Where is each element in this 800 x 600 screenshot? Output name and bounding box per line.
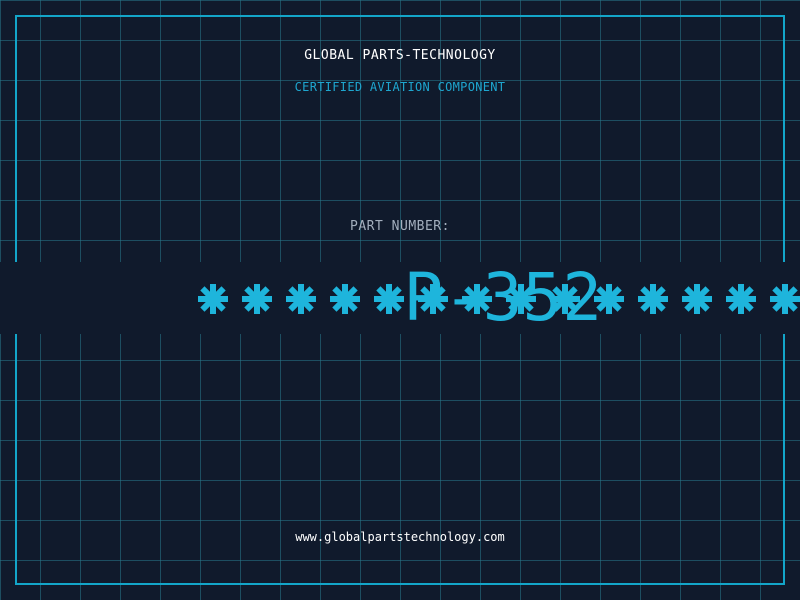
mask-asterisk-icon [726,284,756,314]
mask-asterisk-icon [770,284,800,314]
mask-asterisk-icon [286,284,316,314]
mask-asterisk-icon [462,284,492,314]
website-url[interactable]: www.globalpartstechnology.com [0,530,800,544]
part-number-mask [198,284,800,314]
mask-asterisk-icon [330,284,360,314]
mask-asterisk-icon [550,284,580,314]
mask-asterisk-icon [594,284,624,314]
mask-asterisk-icon [506,284,536,314]
certification-tagline: CERTIFIED AVIATION COMPONENT [294,80,506,94]
mask-asterisk-icon [198,284,228,314]
mask-asterisk-icon [374,284,404,314]
mask-asterisk-icon [242,284,272,314]
mask-asterisk-icon [418,284,448,314]
mask-asterisk-icon [682,284,712,314]
part-number-band: P-352 [0,262,800,334]
part-number-label: PART NUMBER: [350,219,450,234]
company-name: GLOBAL PARTS-TECHNOLOGY [304,48,496,63]
mask-asterisk-icon [638,284,668,314]
